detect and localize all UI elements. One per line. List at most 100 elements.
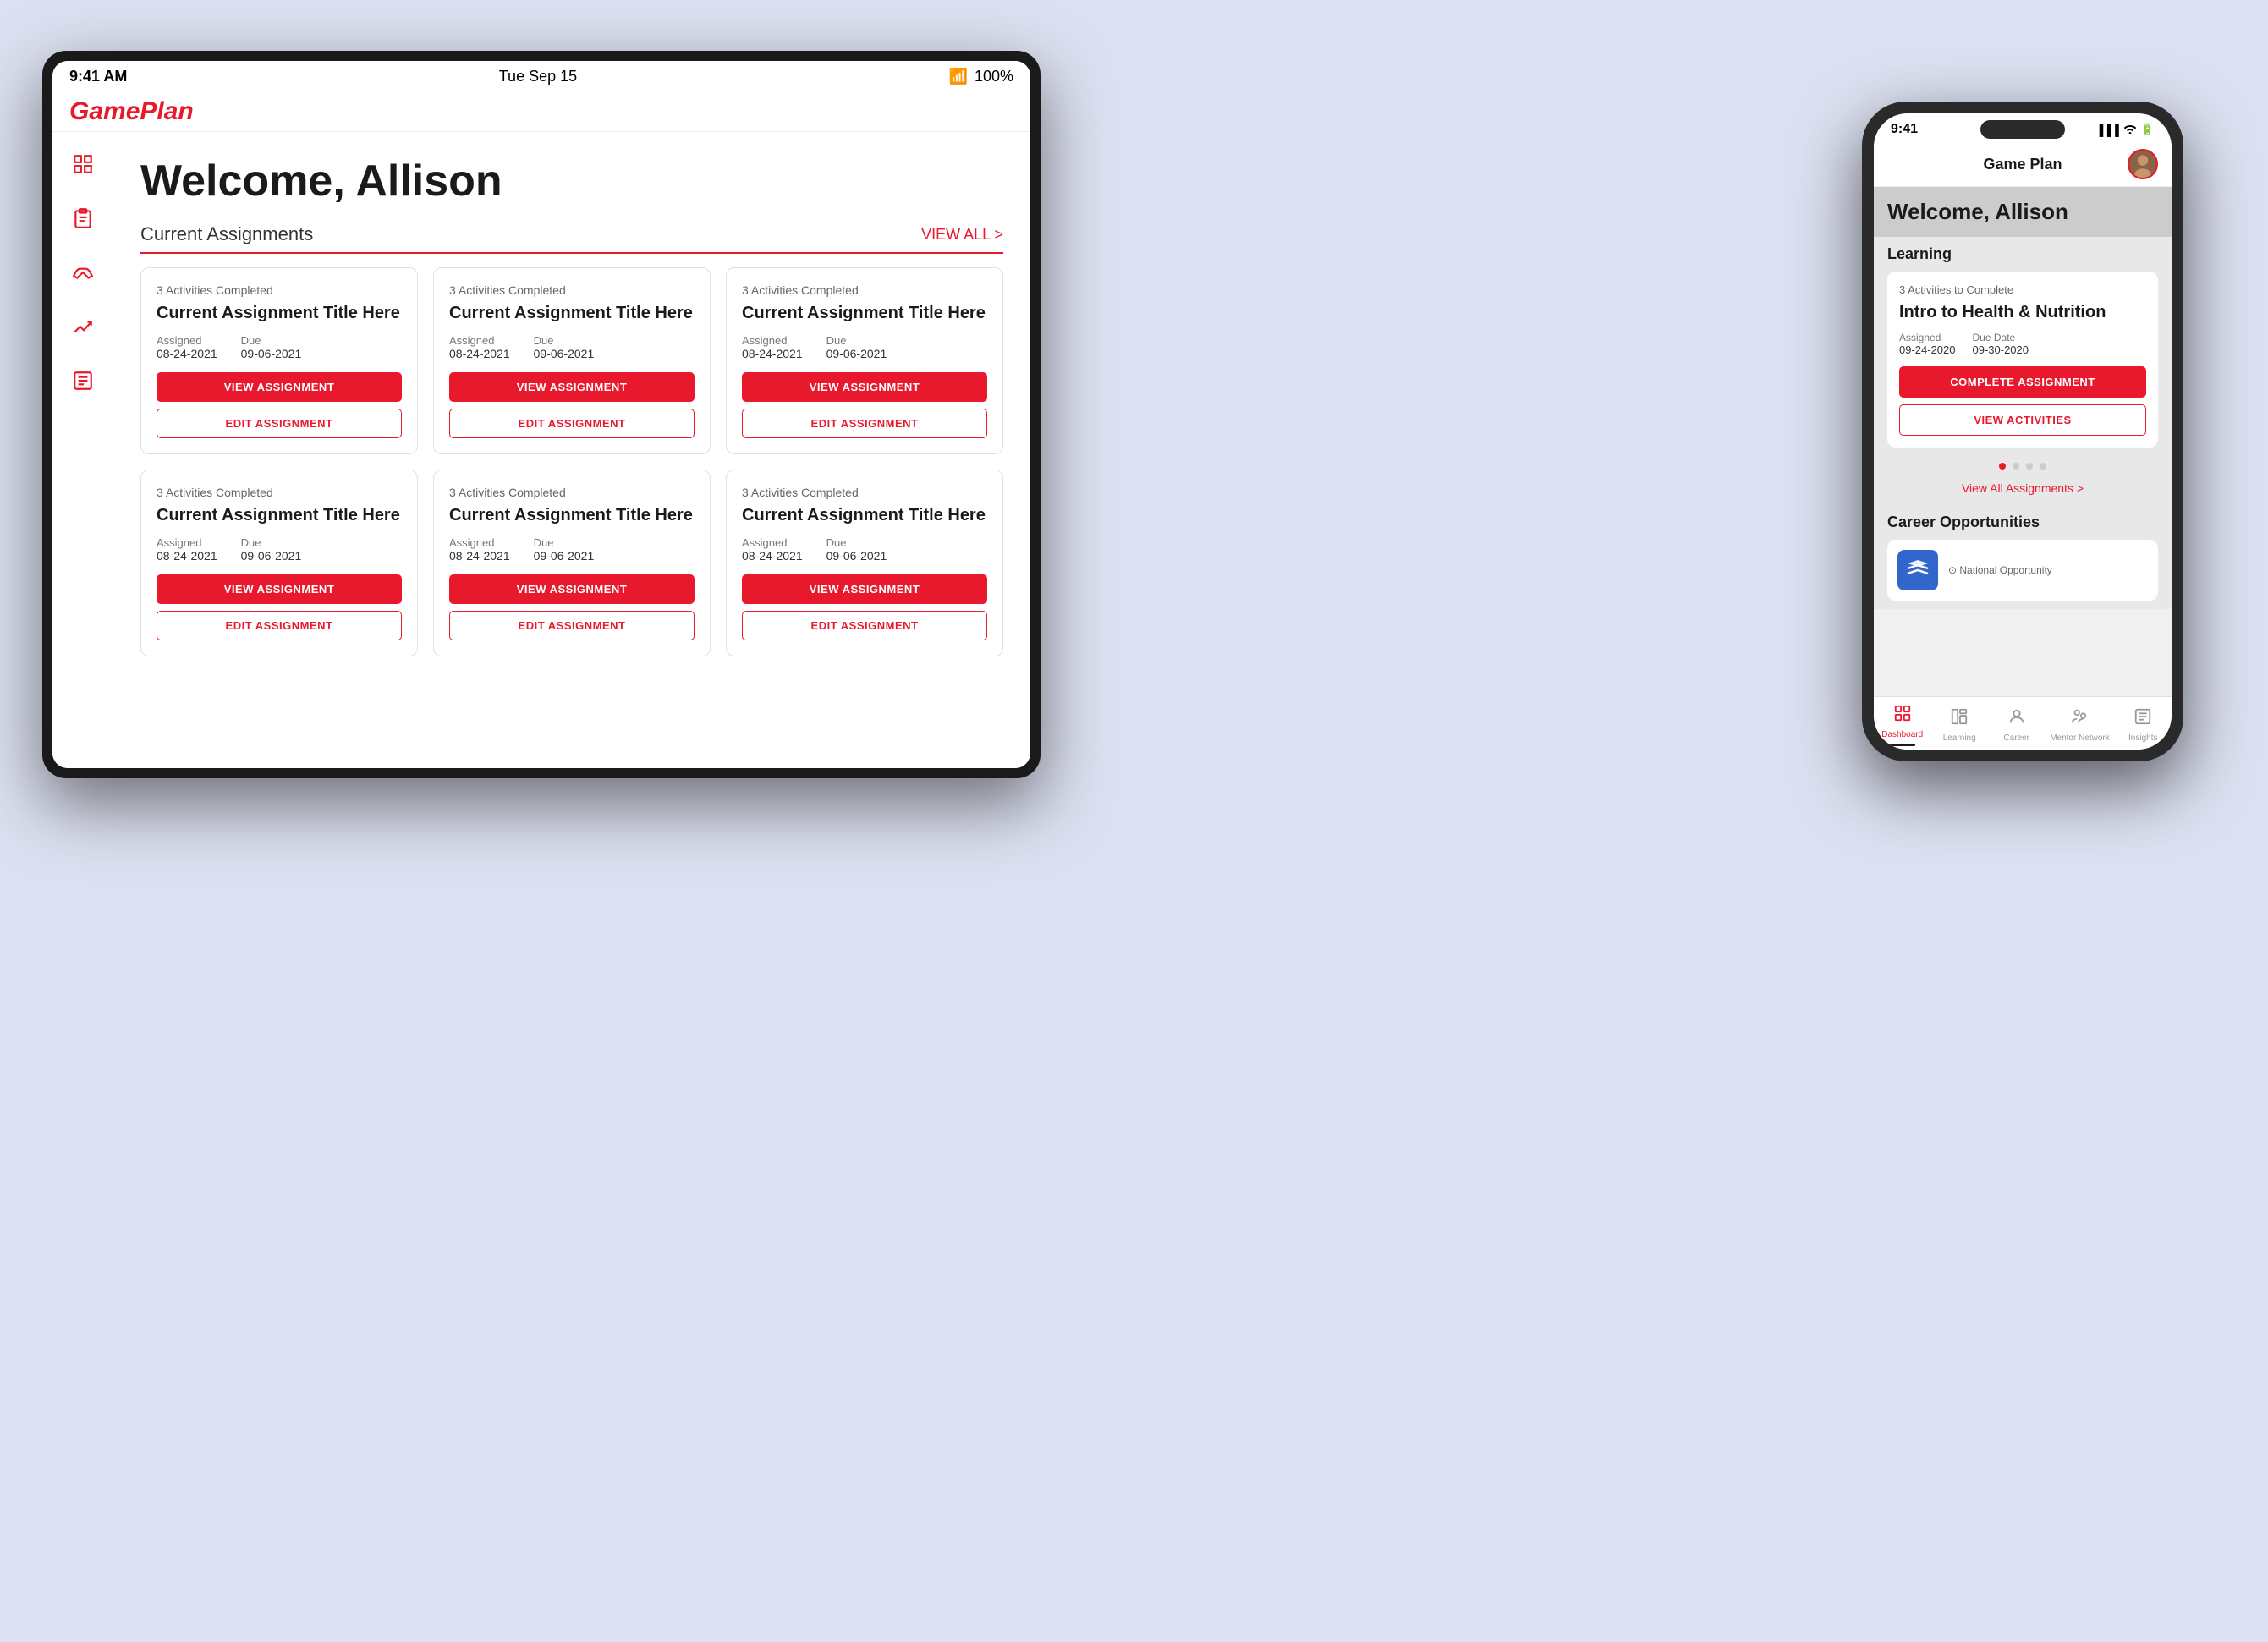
phone-learning-section: Learning 3 Activities to Complete Intro … (1874, 237, 2172, 505)
phone-card-title: Intro to Health & Nutrition (1899, 301, 2146, 323)
dots-indicator (1887, 456, 2158, 476)
phone-screen: 9:41 ▐▐▐ 🔋 Game Plan (1874, 113, 2172, 750)
phone-due-group: Due Date 09-30-2020 (1973, 332, 2029, 356)
table-row: 3 Activities Completed Current Assignmen… (726, 470, 1003, 656)
table-row: 3 Activities Completed Current Assignmen… (140, 267, 418, 454)
card-title-3: Current Assignment Title Here (742, 302, 987, 324)
tablet-time: 9:41 AM (69, 68, 127, 85)
tablet-right-icons: 📶 100% (949, 68, 1013, 85)
table-row: 3 Activities Completed Current Assignmen… (433, 267, 711, 454)
sidebar-icon-news[interactable] (68, 365, 98, 396)
tab-learning-label: Learning (1943, 733, 1976, 743)
sidebar-icon-chart[interactable] (68, 311, 98, 342)
tab-career[interactable]: Career (1993, 707, 2040, 743)
gameplan-logo[interactable]: GamePlan (69, 97, 194, 126)
edit-assignment-button-2[interactable]: EDIT ASSIGNMENT (449, 409, 695, 438)
card-activities-4: 3 Activities Completed (157, 486, 402, 499)
due-label-1: Due (241, 334, 302, 347)
edit-assignment-button-3[interactable]: EDIT ASSIGNMENT (742, 409, 987, 438)
phone-nav-bar: Game Plan (1874, 142, 2172, 187)
table-row: 3 Activities Completed Current Assignmen… (140, 470, 418, 656)
view-activities-button[interactable]: VIEW ACTIVITIES (1899, 404, 2146, 436)
career-info: ⊙ National Opportunity (1948, 564, 2148, 576)
career-type: ⊙ National Opportunity (1948, 564, 2148, 576)
due-date-1: 09-06-2021 (241, 347, 302, 360)
tablet-wifi-icon: 📶 (949, 68, 968, 85)
assigned-label-1: Assigned (157, 334, 217, 347)
phone-status-icons: ▐▐▐ 🔋 (2095, 123, 2155, 136)
phone-status-bar: 9:41 ▐▐▐ 🔋 (1874, 113, 2172, 142)
phone-card-activities: 3 Activities to Complete (1899, 283, 2146, 296)
phone-time: 9:41 (1891, 122, 1918, 137)
assigned-date-1: 08-24-2021 (157, 347, 217, 360)
phone-assigned-label: Assigned (1899, 332, 1956, 343)
avatar[interactable] (2128, 149, 2158, 179)
edit-assignment-button-1[interactable]: EDIT ASSIGNMENT (157, 409, 402, 438)
card-title-2: Current Assignment Title Here (449, 302, 695, 324)
card-dates-1: Assigned 08-24-2021 Due 09-06-2021 (157, 334, 402, 360)
phone-career-card: ⊙ National Opportunity (1887, 540, 2158, 601)
phone-assignment-card: 3 Activities to Complete Intro to Health… (1887, 272, 2158, 448)
tablet-battery: 100% (975, 68, 1013, 85)
tab-mentor-network[interactable]: Mentor Network (2050, 707, 2110, 743)
tablet-assignments-grid: 3 Activities Completed Current Assignmen… (140, 267, 1003, 656)
phone-career-label: Career Opportunities (1887, 513, 2158, 531)
card-dates-4: Assigned 08-24-2021 Due 09-06-2021 (157, 536, 402, 563)
card-activities-3: 3 Activities Completed (742, 283, 987, 297)
view-assignment-button-5[interactable]: VIEW ASSIGNMENT (449, 574, 695, 604)
view-assignment-button-3[interactable]: VIEW ASSIGNMENT (742, 372, 987, 402)
phone-card-dates: Assigned 09-24-2020 Due Date 09-30-2020 (1899, 332, 2146, 356)
dot-3 (2026, 463, 2033, 470)
tab-active-indicator (1890, 744, 1915, 746)
tablet-screen: 9:41 AM Tue Sep 15 📶 100% GamePlan (52, 61, 1030, 768)
sidebar-icon-clipboard[interactable] (68, 203, 98, 233)
phone-assigned-date: 09-24-2020 (1899, 343, 1956, 356)
view-assignment-button-4[interactable]: VIEW ASSIGNMENT (157, 574, 402, 604)
learning-icon (1950, 707, 1969, 731)
tablet-section-title: Current Assignments (140, 223, 313, 245)
dot-1 (1999, 463, 2006, 470)
phone-welcome-section: Welcome, Allison (1874, 187, 2172, 237)
card-dates-6: Assigned 08-24-2021 Due 09-06-2021 (742, 536, 987, 563)
complete-assignment-button[interactable]: COMPLETE ASSIGNMENT (1899, 366, 2146, 398)
tab-dashboard[interactable]: Dashboard (1879, 704, 1926, 746)
tablet-view-all[interactable]: VIEW ALL > (921, 226, 1003, 244)
tab-insights[interactable]: Insights (2119, 707, 2166, 743)
edit-assignment-button-4[interactable]: EDIT ASSIGNMENT (157, 611, 402, 640)
tablet-status-bar: 9:41 AM Tue Sep 15 📶 100% (52, 61, 1030, 92)
view-assignment-button-2[interactable]: VIEW ASSIGNMENT (449, 372, 695, 402)
tab-learning[interactable]: Learning (1936, 707, 1983, 743)
dot-4 (2040, 463, 2046, 470)
tablet-section-header: Current Assignments VIEW ALL > (140, 223, 1003, 254)
sidebar-icon-grid[interactable] (68, 149, 98, 179)
edit-assignment-button-5[interactable]: EDIT ASSIGNMENT (449, 611, 695, 640)
career-icon (2007, 707, 2026, 731)
tab-career-label: Career (2003, 733, 2029, 743)
card-due-group-1: Due 09-06-2021 (241, 334, 302, 360)
phone-due-label: Due Date (1973, 332, 2029, 343)
card-title-5: Current Assignment Title Here (449, 504, 695, 526)
phone-due-date: 09-30-2020 (1973, 343, 2029, 356)
career-logo-icon (1897, 550, 1938, 590)
card-title-4: Current Assignment Title Here (157, 504, 402, 526)
tab-insights-label: Insights (2128, 733, 2157, 743)
phone-career-section: Career Opportunities ⊙ National Opportun… (1874, 505, 2172, 609)
phone-tab-bar: Dashboard Learning Career (1874, 696, 2172, 750)
tablet-main: Welcome, Allison Current Assignments VIE… (113, 132, 1030, 768)
phone-assigned-group: Assigned 09-24-2020 (1899, 332, 1956, 356)
dot-2 (2013, 463, 2019, 470)
card-dates-3: Assigned 08-24-2021 Due 09-06-2021 (742, 334, 987, 360)
view-assignment-button-6[interactable]: VIEW ASSIGNMENT (742, 574, 987, 604)
view-all-assignments-link[interactable]: View All Assignments > (1887, 476, 2158, 505)
tablet-body: Welcome, Allison Current Assignments VIE… (52, 132, 1030, 768)
tab-mentor-label: Mentor Network (2050, 733, 2110, 743)
card-dates-2: Assigned 08-24-2021 Due 09-06-2021 (449, 334, 695, 360)
sidebar-icon-handshake[interactable] (68, 257, 98, 288)
tablet-header: GamePlan (52, 92, 1030, 132)
phone-welcome-text: Welcome, Allison (1887, 199, 2158, 225)
card-title-1: Current Assignment Title Here (157, 302, 402, 324)
edit-assignment-button-6[interactable]: EDIT ASSIGNMENT (742, 611, 987, 640)
tablet-device: 9:41 AM Tue Sep 15 📶 100% GamePlan (42, 51, 1041, 778)
phone-device: 9:41 ▐▐▐ 🔋 Game Plan (1862, 102, 2183, 761)
view-assignment-button-1[interactable]: VIEW ASSIGNMENT (157, 372, 402, 402)
